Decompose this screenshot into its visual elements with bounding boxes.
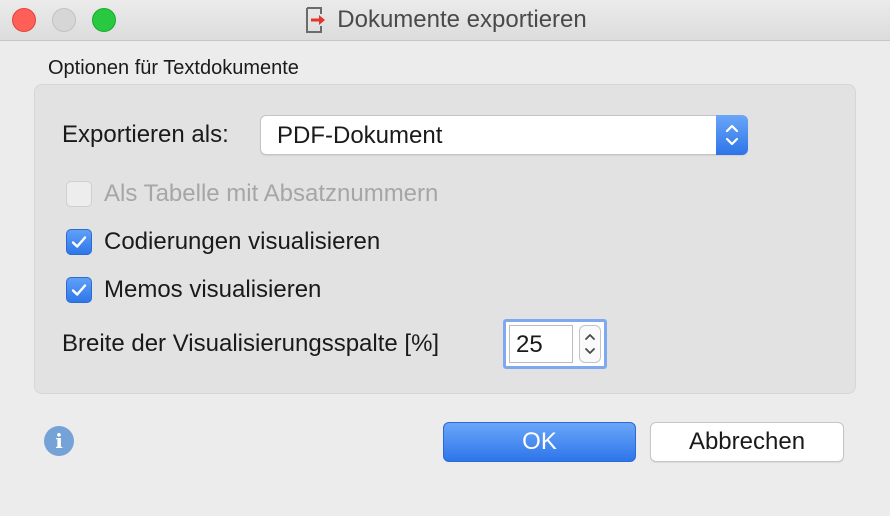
option-label: Als Tabelle mit Absatznummern [104, 180, 439, 207]
checkmark-icon [71, 236, 87, 248]
option-label: Memos visualisieren [104, 276, 322, 303]
export-format-select[interactable]: PDF-Dokument [260, 115, 748, 155]
export-document-icon [306, 7, 326, 33]
column-width-field [503, 319, 607, 369]
table-paragraph-numbers-checkbox [66, 181, 92, 207]
column-width-input[interactable] [509, 325, 573, 363]
export-as-label: Exportieren als: [62, 121, 229, 148]
option-table-paragraph-numbers: Als Tabelle mit Absatznummern [66, 180, 438, 208]
cancel-button[interactable]: Abbrechen [650, 422, 844, 462]
window-title: Dokumente exportieren [337, 6, 587, 33]
chevron-up-down-icon [725, 124, 739, 146]
title-bar: Dokumente exportieren [0, 0, 890, 41]
export-format-value: PDF-Dokument [277, 122, 443, 149]
column-width-label: Breite der Visualisierungsspalte [%] [62, 330, 440, 357]
info-icon[interactable]: i [44, 426, 74, 456]
checkmark-icon [71, 284, 87, 296]
stepper-arrows-icon [585, 334, 595, 354]
option-label: Codierungen visualisieren [104, 228, 381, 255]
window-title-container: Dokumente exportieren [0, 0, 890, 40]
select-arrows[interactable] [716, 115, 748, 155]
group-label: Optionen für Textdokumente [48, 57, 299, 79]
option-visualize-memos[interactable]: Memos visualisieren [66, 276, 321, 304]
option-visualize-codings[interactable]: Codierungen visualisieren [66, 228, 380, 256]
visualize-memos-checkbox[interactable] [66, 277, 92, 303]
ok-button[interactable]: OK [443, 422, 636, 462]
visualize-codings-checkbox[interactable] [66, 229, 92, 255]
column-width-stepper[interactable] [579, 325, 601, 363]
